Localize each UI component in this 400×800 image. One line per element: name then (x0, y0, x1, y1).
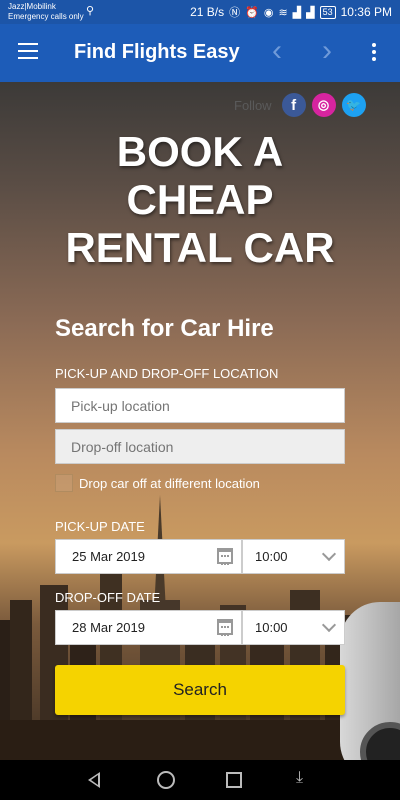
twitter-icon[interactable]: 🐦 (341, 93, 366, 117)
hamburger-menu-icon[interactable] (18, 43, 38, 59)
dropoff-date-value: 28 Mar 2019 (72, 620, 145, 635)
usb-icon: ⚲ (86, 5, 95, 17)
carrier-info: Jazz|Mobilink Emergency calls only (8, 2, 84, 22)
more-vert-icon[interactable] (372, 43, 378, 64)
pickup-date-field[interactable]: 25 Mar 2019 (55, 539, 242, 574)
dropoff-time-select[interactable]: 10:00 (242, 610, 345, 645)
follow-label: Follow (234, 97, 272, 113)
dropoff-location-input[interactable] (55, 429, 345, 464)
alarm-icon: ⏰ (245, 6, 259, 19)
chevron-left-icon[interactable]: ‹ (272, 34, 282, 68)
home-icon[interactable] (157, 771, 175, 789)
different-location-checkbox[interactable] (55, 474, 73, 492)
chevron-right-icon[interactable]: › (322, 34, 332, 68)
pickup-date-value: 25 Mar 2019 (72, 549, 145, 564)
instagram-icon[interactable]: ◎ (311, 93, 336, 117)
headline-line-3: RENTAL CAR (65, 224, 335, 271)
search-button[interactable]: Search (55, 665, 345, 715)
chevron-down-icon (321, 617, 337, 633)
clock: 10:36 PM (340, 5, 392, 19)
eye-icon: ◉ (263, 6, 274, 19)
pickup-time-select[interactable]: 10:00 (242, 539, 345, 574)
app-title: Find Flights Easy (74, 41, 240, 63)
hero-headline: BOOK A CHEAP RENTAL CAR (0, 128, 400, 272)
calendar-icon[interactable] (217, 548, 233, 565)
signal-icon-2: ▟ (306, 6, 315, 19)
facebook-icon[interactable]: f (281, 93, 306, 117)
dropoff-date-field[interactable]: 28 Mar 2019 (55, 610, 242, 645)
battery-icon: 53 (319, 5, 336, 19)
system-nav-bar: ⤓ (0, 760, 400, 800)
calendar-icon[interactable] (217, 619, 233, 636)
chevron-down-icon (321, 546, 337, 562)
recent-apps-icon[interactable] (226, 772, 242, 788)
follow-section: Follow f ◎ 🐦 (234, 93, 366, 117)
pickup-location-input[interactable] (55, 388, 345, 423)
notification-pull-icon[interactable]: ⤓ (296, 769, 303, 787)
signal-icon: ▟ (292, 6, 302, 19)
carrier-name: Jazz|Mobilink (8, 2, 56, 11)
status-bar: Jazz|Mobilink Emergency calls only ⚲ 21 … (0, 0, 400, 24)
dropoff-date-label: DROP-OFF DATE (55, 590, 161, 605)
emergency-calls-text: Emergency calls only (8, 12, 84, 21)
pickup-time-value: 10:00 (255, 549, 288, 564)
different-location-label: Drop car off at different location (79, 475, 260, 491)
different-location-row[interactable]: Drop car off at different location (55, 474, 260, 492)
location-label: PICK-UP AND DROP-OFF LOCATION (55, 366, 279, 381)
back-icon[interactable] (88, 772, 100, 788)
nfc-icon: Ⓝ (229, 7, 241, 19)
dropoff-time-value: 10:00 (255, 620, 288, 635)
wifi-icon: ≋ (278, 6, 288, 19)
pickup-date-label: PICK-UP DATE (55, 519, 145, 534)
data-rate: 21 B/s (190, 5, 225, 19)
app-bar: Find Flights Easy ‹ › (0, 24, 400, 82)
headline-line-2: CHEAP (126, 176, 274, 223)
form-title: Search for Car Hire (55, 315, 274, 342)
headline-line-1: BOOK A (116, 128, 284, 175)
status-indicators: 21 B/s Ⓝ ⏰ ◉ ≋ ▟ ▟ 53 10:36 PM (190, 4, 392, 20)
